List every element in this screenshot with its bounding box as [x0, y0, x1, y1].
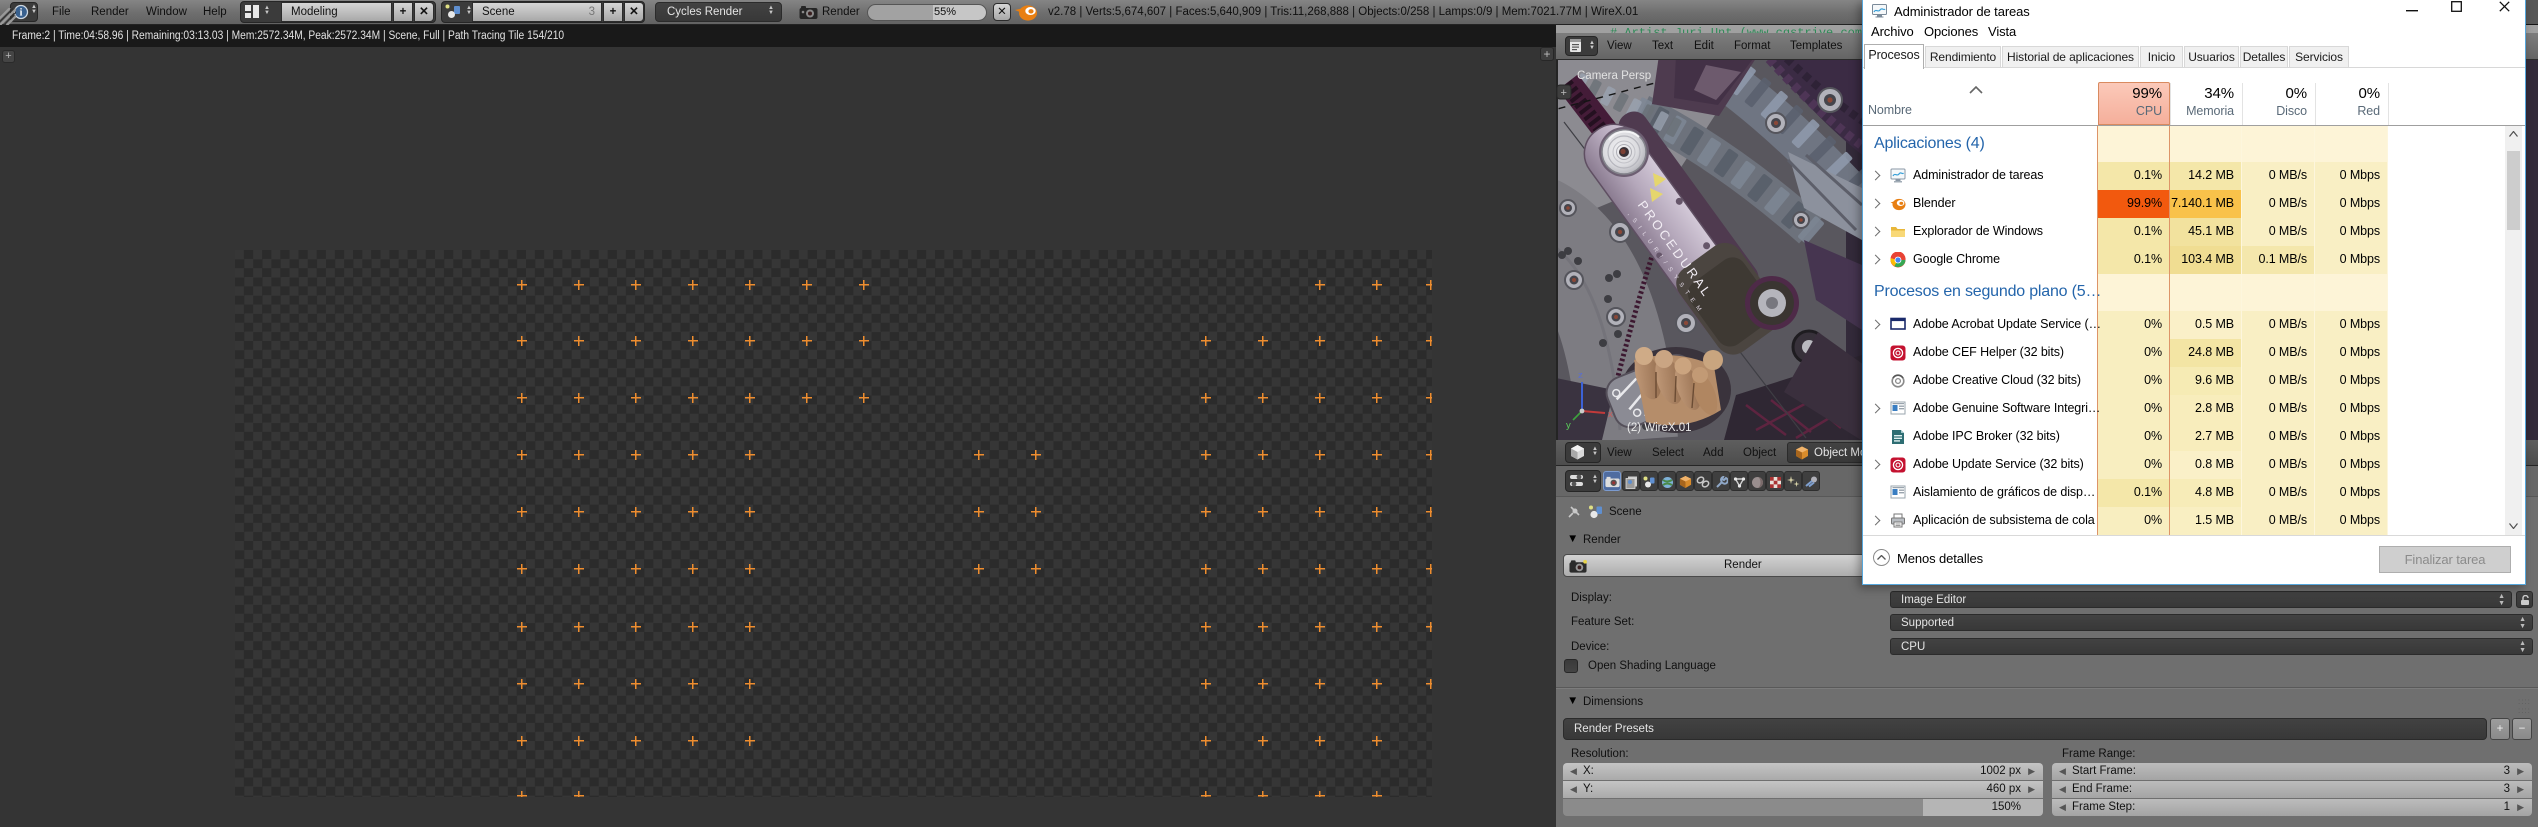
- svg-text:Camera Persp: Camera Persp: [1577, 70, 1651, 82]
- svg-text:+: +: [1561, 87, 1567, 99]
- svg-text:y: y: [1566, 420, 1571, 431]
- svg-text:i: i: [20, 8, 23, 19]
- svg-text:z: z: [1578, 370, 1583, 381]
- svg-text:x: x: [1608, 409, 1613, 420]
- svg-text:(2) WireX.01: (2) WireX.01: [1627, 422, 1692, 434]
